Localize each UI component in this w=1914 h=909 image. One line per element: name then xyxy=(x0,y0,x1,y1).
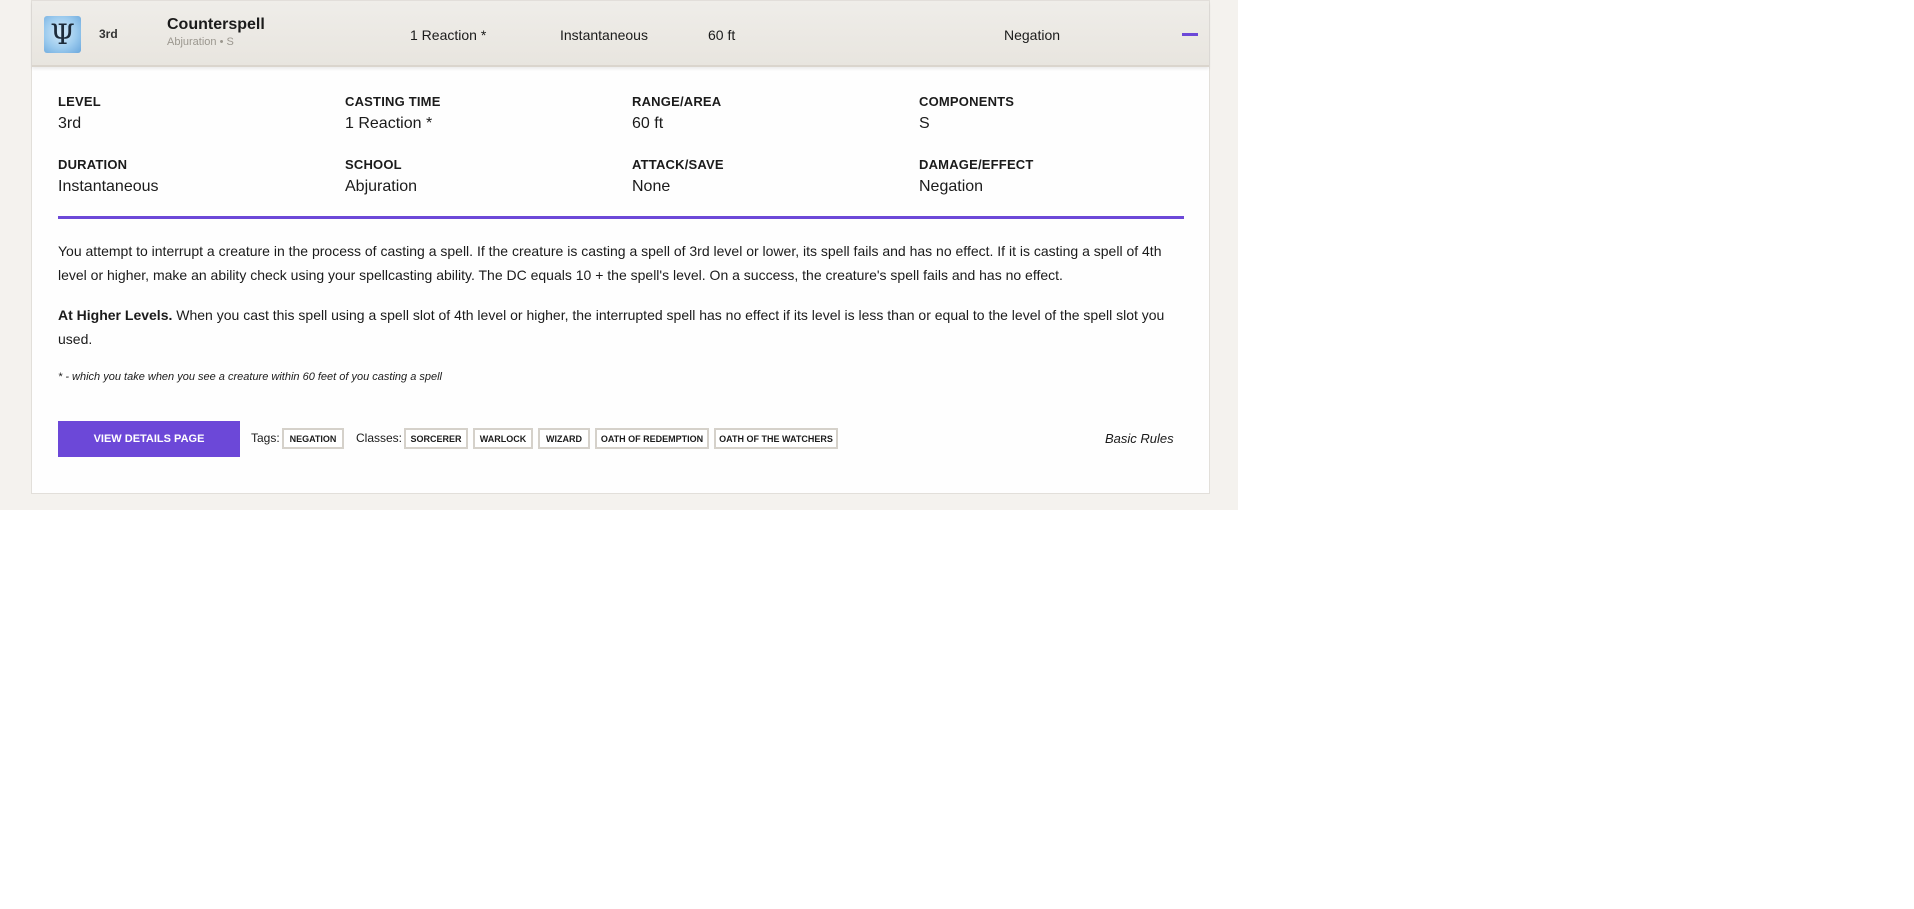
tag-chip-negation[interactable]: NEGATION xyxy=(282,428,344,449)
stat-level-value: 3rd xyxy=(58,115,82,132)
section-divider xyxy=(58,216,1184,219)
higher-levels-label: At Higher Levels. xyxy=(58,307,173,323)
stat-casting-time-value: 1 Reaction * xyxy=(345,115,433,132)
stat-school-value: Abjuration xyxy=(345,178,418,195)
stat-attack-save-value: None xyxy=(632,178,671,195)
header-level: 3rd xyxy=(99,27,118,41)
school-trident-icon: Ψ xyxy=(44,16,81,53)
stat-components-value: S xyxy=(919,115,930,132)
spell-header-bar[interactable]: Ψ 3rd Counterspell Abjuration • S 1 Reac… xyxy=(32,1,1209,67)
minus-icon xyxy=(1182,33,1198,36)
stat-attack-save-label: ATTACK/SAVE xyxy=(632,157,724,172)
stat-level-label: LEVEL xyxy=(58,94,101,109)
class-chip-oath-of-the-watchers[interactable]: OATH OF THE WATCHERS xyxy=(714,428,838,449)
stat-range-value: 60 ft xyxy=(632,115,664,132)
header-effect: Negation xyxy=(1004,27,1061,43)
spell-description: You attempt to interrupt a creature in t… xyxy=(58,243,1162,283)
collapse-button[interactable] xyxy=(1181,27,1199,43)
header-casting-time: 1 Reaction * xyxy=(410,27,487,43)
stat-duration-label: DURATION xyxy=(58,157,128,172)
classes-label: Classes: xyxy=(356,431,403,445)
stat-damage-effect-label: DAMAGE/EFFECT xyxy=(919,157,1034,172)
stat-components-label: COMPONENTS xyxy=(919,94,1015,109)
class-chip-oath-of-redemption[interactable]: OATH OF REDEMPTION xyxy=(595,428,709,449)
tags-label: Tags: xyxy=(251,431,280,445)
header-duration: Instantaneous xyxy=(560,27,648,43)
stat-damage-effect-value: Negation xyxy=(919,178,984,195)
class-chip-sorcerer[interactable]: SORCERER xyxy=(404,428,468,449)
casting-time-footnote: * - which you take when you see a creatu… xyxy=(58,371,442,383)
source-book: Basic Rules xyxy=(1105,431,1174,446)
view-details-button[interactable]: VIEW DETAILS PAGE xyxy=(58,421,240,457)
spell-name: Counterspell xyxy=(167,16,265,33)
stat-range-label: RANGE/AREA xyxy=(632,94,722,109)
stat-school-label: SCHOOL xyxy=(345,157,402,172)
header-range: 60 ft xyxy=(708,27,736,43)
stat-casting-time-label: CASTING TIME xyxy=(345,94,441,109)
higher-levels-paragraph: At Higher Levels. When you cast this spe… xyxy=(58,303,1188,351)
class-chip-warlock[interactable]: WARLOCK xyxy=(473,428,533,449)
class-chip-wizard[interactable]: WIZARD xyxy=(538,428,590,449)
higher-levels-text: When you cast this spell using a spell s… xyxy=(58,307,1165,347)
stat-duration-value: Instantaneous xyxy=(58,178,159,195)
spell-school-components: Abjuration • S xyxy=(167,36,234,48)
spell-card: Ψ 3rd Counterspell Abjuration • S 1 Reac… xyxy=(31,0,1210,494)
